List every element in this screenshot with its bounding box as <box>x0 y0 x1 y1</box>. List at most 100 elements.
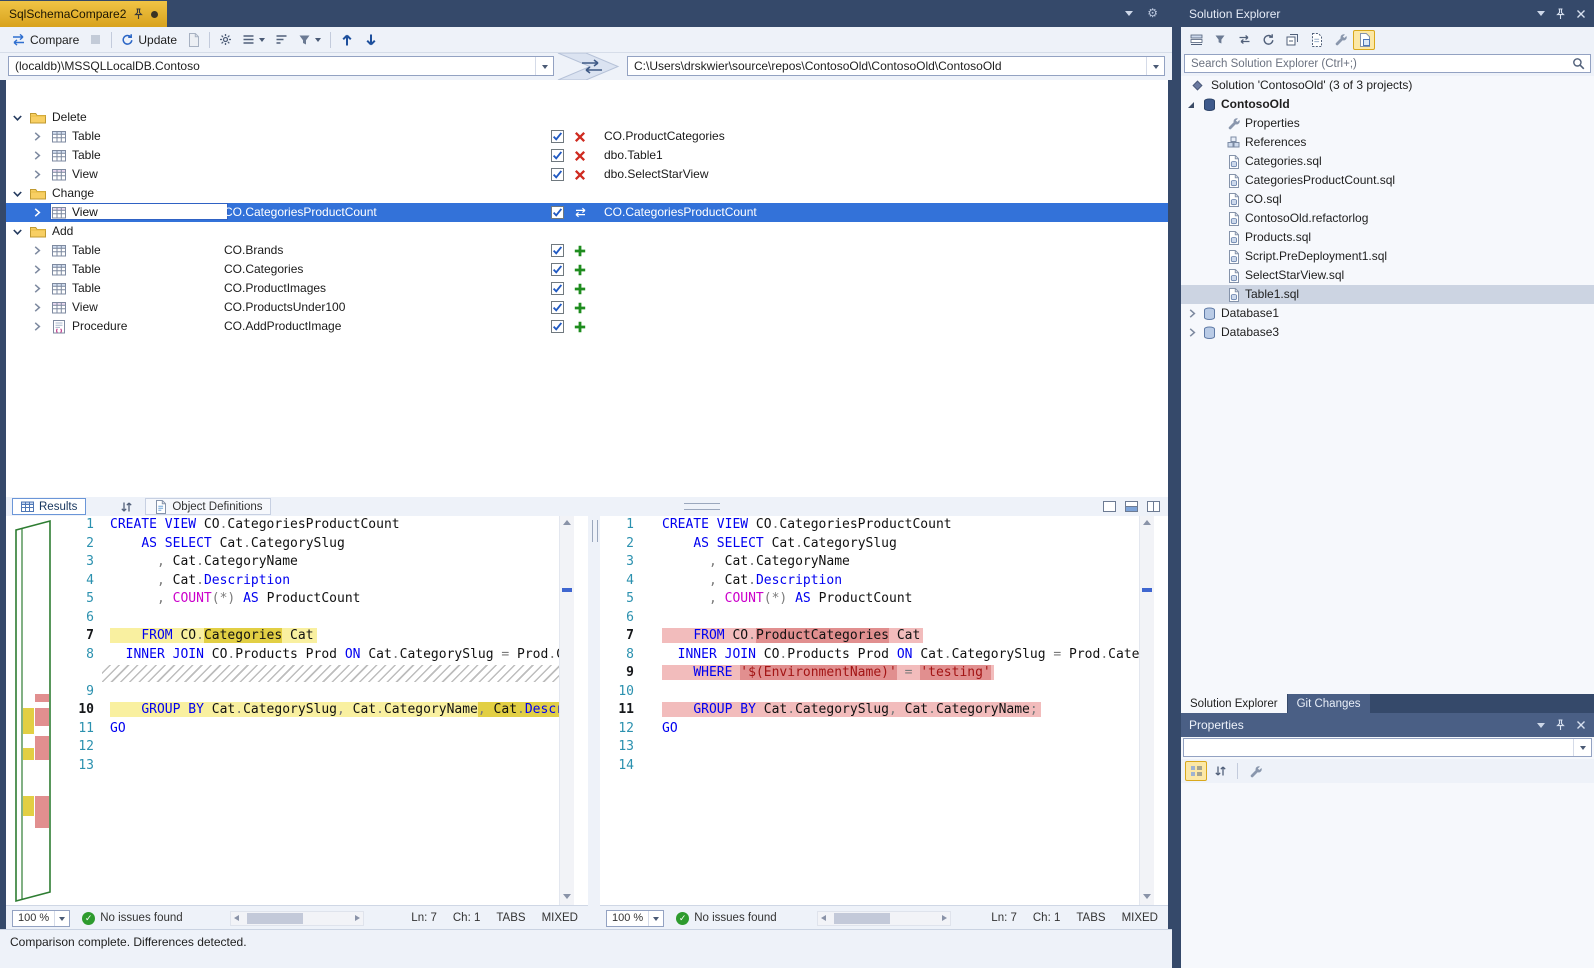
property-pages-button[interactable] <box>1244 761 1266 781</box>
tree-item[interactable]: Properties <box>1181 114 1594 133</box>
tree-item[interactable]: CategoriesProductCount.sql <box>1181 171 1594 190</box>
code-line[interactable]: 4 , Cat.Description <box>600 572 1154 591</box>
code-line[interactable]: 7 FROM CO.ProductCategories Cat <box>600 627 1154 646</box>
include-checkbox[interactable] <box>551 130 564 143</box>
pin-icon[interactable] <box>133 8 144 20</box>
code-line[interactable]: 5 , COUNT(*) AS ProductCount <box>600 590 1154 609</box>
code-line[interactable]: 2 AS SELECT Cat.CategorySlug <box>600 535 1154 554</box>
group-results-button[interactable] <box>237 31 270 48</box>
expander-icon[interactable] <box>32 321 42 332</box>
code-line[interactable]: 9 <box>60 683 574 702</box>
grid-group-row[interactable]: Delete <box>6 108 1168 127</box>
show-all-files-button[interactable] <box>1305 30 1327 50</box>
code-line[interactable]: 3 , Cat.CategoryName <box>60 553 574 572</box>
update-button[interactable]: Update <box>116 30 182 50</box>
compare-results-grid[interactable]: DeleteTableCO.ProductCategoriesTabledbo.… <box>6 80 1168 497</box>
code-line[interactable]: 8 INNER JOIN CO.Products Prod ON Cat.Cat… <box>60 646 574 665</box>
tab-results[interactable]: Results <box>12 498 86 515</box>
code-line[interactable]: 10 <box>600 683 1154 702</box>
tree-item[interactable]: Database3 <box>1181 323 1594 342</box>
expander-icon[interactable] <box>12 227 23 237</box>
grid-row[interactable]: TableCO.ProductImages <box>6 279 1168 298</box>
tab-git-changes[interactable]: Git Changes <box>1288 694 1370 713</box>
horizontal-scrollbar[interactable] <box>230 911 364 926</box>
code-line[interactable]: 2 AS SELECT Cat.CategorySlug <box>60 535 574 554</box>
code-line[interactable]: 8 INNER JOIN CO.Products Prod ON Cat.Cat… <box>600 646 1154 665</box>
grid-row[interactable]: Tabledbo.Table1 <box>6 146 1168 165</box>
expander-icon[interactable] <box>32 169 42 180</box>
switch-views-button[interactable] <box>1185 30 1207 50</box>
expander-icon[interactable] <box>32 283 42 294</box>
code-line[interactable]: 10 GROUP BY Cat.CategorySlug, Cat.Catego… <box>60 701 574 720</box>
include-checkbox[interactable] <box>551 301 564 314</box>
grid-group-row[interactable]: Add <box>6 222 1168 241</box>
window-position-icon[interactable] <box>1537 723 1545 728</box>
code-line[interactable]: 9 WHERE '$(EnvironmentName)' = 'testing' <box>600 664 1154 683</box>
pane-layout-vertical-button[interactable] <box>1143 498 1163 514</box>
expander-icon[interactable] <box>32 264 42 275</box>
code-line[interactable]: 13 <box>60 757 574 776</box>
source-definition-editor[interactable]: 1CREATE VIEW CO.CategoriesProductCount2 … <box>60 516 574 905</box>
code-line[interactable]: 12 <box>60 738 574 757</box>
preview-selected-items-button[interactable] <box>1353 30 1375 50</box>
properties-button[interactable] <box>1329 30 1351 50</box>
grid-row[interactable]: ViewCO.CategoriesProductCountCO.Categori… <box>6 203 1168 222</box>
diff-overview-map[interactable] <box>8 518 60 903</box>
code-line[interactable]: 6 <box>60 609 574 628</box>
grid-row[interactable]: TableCO.Categories <box>6 260 1168 279</box>
expander-icon[interactable] <box>12 189 23 199</box>
grid-row[interactable]: TableCO.Brands <box>6 241 1168 260</box>
tab-solution-explorer[interactable]: Solution Explorer <box>1181 694 1287 713</box>
tree-item[interactable]: Database1 <box>1181 304 1594 323</box>
filter-button[interactable] <box>293 31 326 49</box>
collapse-all-button[interactable] <box>1281 30 1303 50</box>
code-line[interactable]: 6 <box>600 609 1154 628</box>
schema-compare-options-button[interactable] <box>214 30 237 49</box>
include-checkbox[interactable] <box>551 206 564 219</box>
document-list-dropdown-icon[interactable] <box>1125 11 1133 16</box>
tab-object-definitions[interactable]: Object Definitions <box>145 498 271 515</box>
document-tab[interactable]: SqlSchemaCompare2 <box>0 1 167 27</box>
expander-expanded-icon[interactable] <box>1186 100 1196 110</box>
include-checkbox[interactable] <box>551 168 564 181</box>
code-line[interactable]: 13 <box>600 738 1154 757</box>
chevron-down-icon[interactable] <box>1573 739 1591 756</box>
code-line[interactable]: 1CREATE VIEW CO.CategoriesProductCount <box>60 516 574 535</box>
grid-group-row[interactable]: Change <box>6 184 1168 203</box>
expander-icon[interactable] <box>32 207 42 218</box>
properties-titlebar[interactable]: Properties <box>1181 713 1594 737</box>
sort-results-button[interactable] <box>270 31 293 48</box>
sync-with-active-document-button[interactable] <box>1233 30 1255 50</box>
splitter-grip[interactable] <box>684 503 720 510</box>
code-line[interactable]: 5 , COUNT(*) AS ProductCount <box>60 590 574 609</box>
alphabetical-button[interactable] <box>1209 761 1231 781</box>
properties-object-combo[interactable] <box>1183 738 1592 757</box>
close-icon[interactable] <box>1576 720 1586 730</box>
window-options-gear-icon[interactable]: ⚙ <box>1147 6 1158 20</box>
switch-source-target-button[interactable] <box>556 53 626 80</box>
code-line[interactable] <box>60 664 574 683</box>
grid-row[interactable]: ProcedureCO.AddProductImage <box>6 317 1168 336</box>
tree-item[interactable]: ContosoOld.refactorlog <box>1181 209 1594 228</box>
pane-layout-single-button[interactable] <box>1099 498 1119 514</box>
include-checkbox[interactable] <box>551 244 564 257</box>
grid-row[interactable]: Viewdbo.SelectStarView <box>6 165 1168 184</box>
include-checkbox[interactable] <box>551 263 564 276</box>
code-line[interactable]: 12GO <box>600 720 1154 739</box>
search-icon[interactable] <box>1572 57 1585 70</box>
include-checkbox[interactable] <box>551 320 564 333</box>
tree-item[interactable]: Categories.sql <box>1181 152 1594 171</box>
compare-button[interactable]: Compare <box>6 30 84 50</box>
chevron-down-icon[interactable] <box>535 57 553 75</box>
code-line[interactable]: 11 GROUP BY Cat.CategorySlug, Cat.Catego… <box>600 701 1154 720</box>
scroll-down-icon[interactable] <box>1143 894 1151 899</box>
scroll-down-icon[interactable] <box>563 894 571 899</box>
source-connection-combo[interactable]: (localdb)\MSSQLLocalDB.Contoso <box>8 56 554 76</box>
expander-collapsed-icon[interactable] <box>1187 308 1197 319</box>
pin-icon[interactable] <box>1555 8 1566 20</box>
zoom-combo[interactable]: 100 % <box>606 910 664 927</box>
expander-icon[interactable] <box>32 302 42 313</box>
window-position-icon[interactable] <box>1537 11 1545 16</box>
code-line[interactable]: 11GO <box>60 720 574 739</box>
search-input[interactable] <box>1184 54 1591 73</box>
